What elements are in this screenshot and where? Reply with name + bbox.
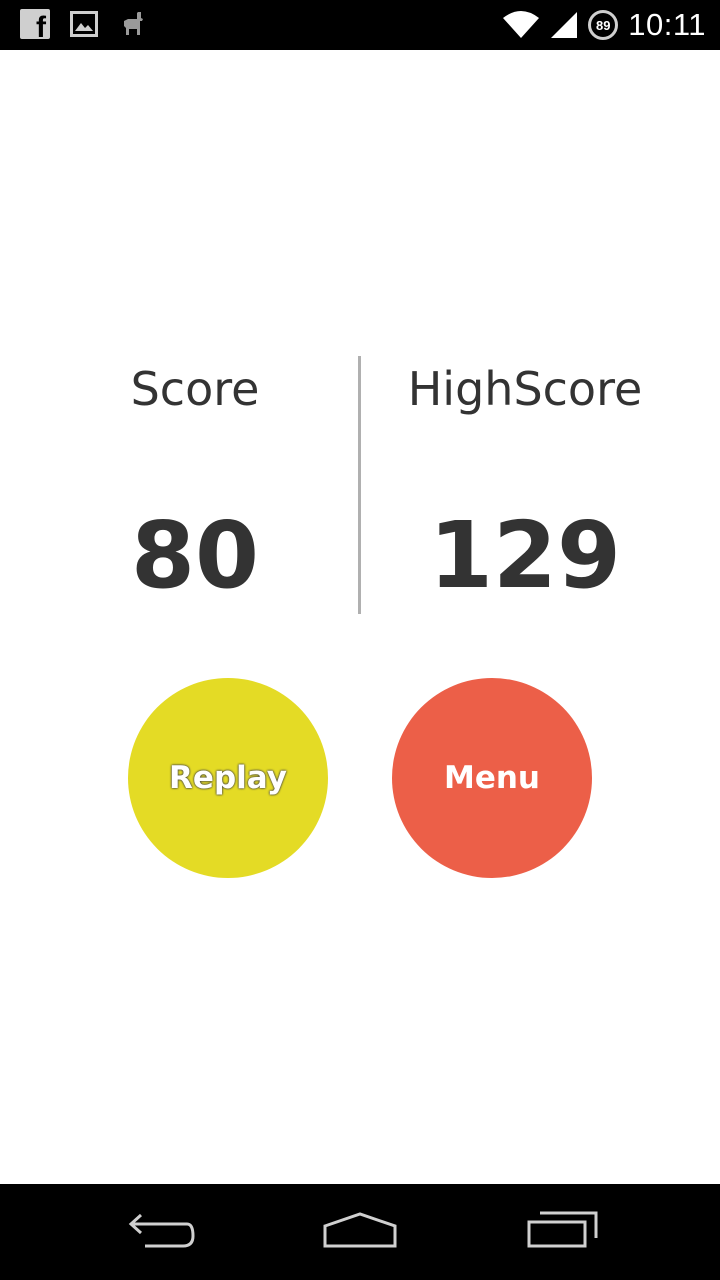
replay-button-label: Replay	[169, 760, 287, 796]
highscore-column: HighScore 129	[345, 340, 705, 630]
facebook-icon: f	[20, 9, 50, 39]
menu-button-label: Menu	[443, 760, 540, 796]
home-button[interactable]	[320, 1208, 400, 1256]
replay-button[interactable]: Replay	[128, 678, 328, 878]
home-icon	[322, 1210, 398, 1255]
status-bar: f 89 10:11	[0, 0, 720, 50]
score-value: 80	[130, 502, 260, 609]
recent-apps-icon	[526, 1210, 598, 1255]
clock: 10:11	[628, 7, 706, 42]
notification-icons: f	[20, 9, 148, 39]
system-icons: 89 10:11	[502, 0, 706, 50]
signal-icon	[550, 10, 578, 40]
highscore-value: 129	[428, 502, 622, 609]
battery-level: 89	[595, 17, 611, 33]
wifi-icon	[502, 10, 540, 40]
image-icon	[70, 11, 98, 37]
battery-icon: 89	[588, 10, 619, 40]
back-icon	[125, 1212, 195, 1253]
score-panel: Score 80 HighScore 129	[0, 340, 720, 630]
recent-apps-button[interactable]	[522, 1208, 602, 1256]
score-label: Score	[130, 362, 260, 416]
highscore-label: HighScore	[407, 362, 643, 416]
menu-button[interactable]: Menu	[392, 678, 592, 878]
navigation-bar	[0, 1184, 720, 1280]
llama-icon	[118, 9, 148, 39]
back-button[interactable]	[120, 1208, 200, 1256]
score-column: Score 80	[15, 340, 375, 630]
